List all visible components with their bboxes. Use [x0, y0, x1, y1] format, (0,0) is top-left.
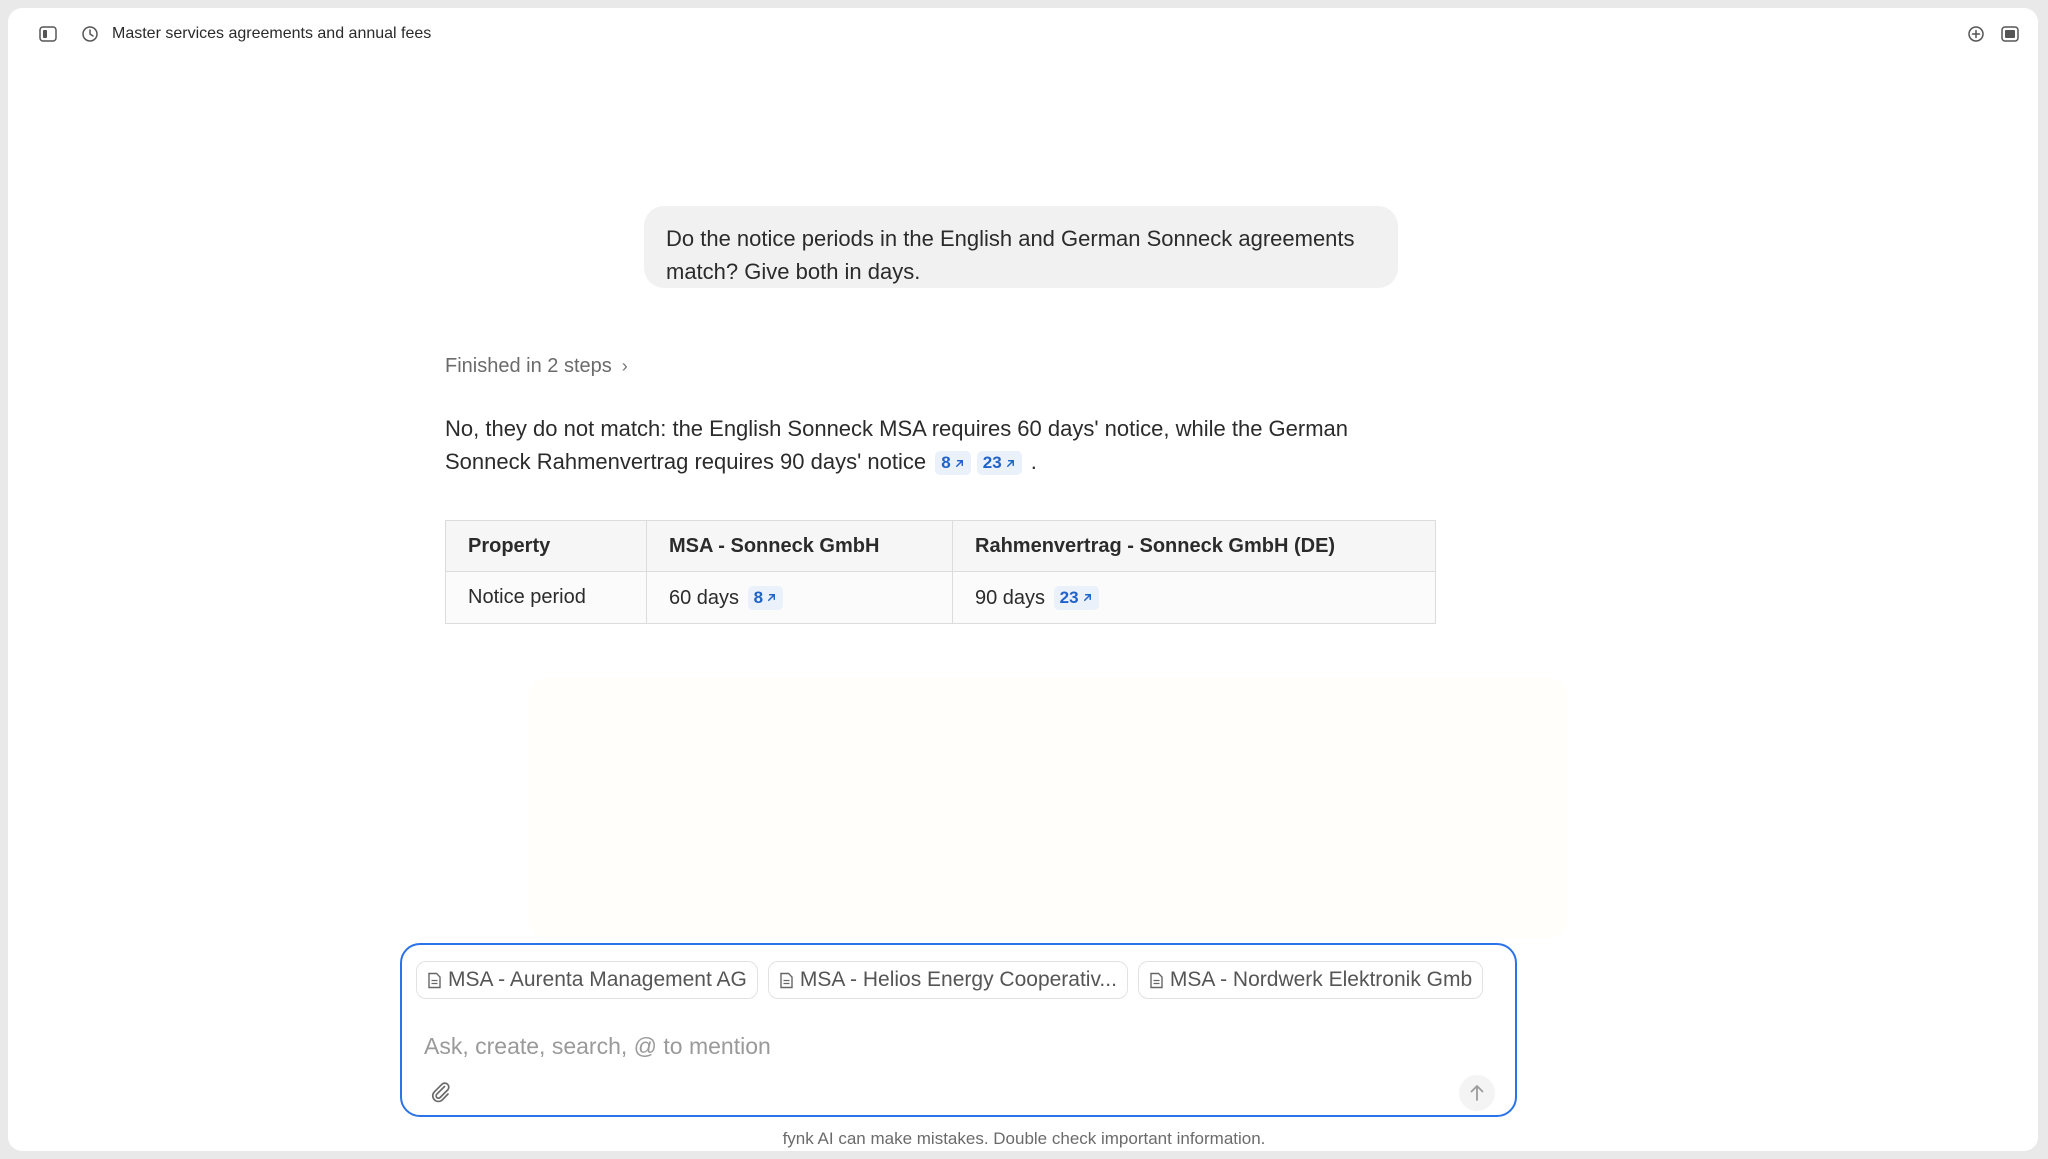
arrow-up-right-icon	[1083, 594, 1091, 601]
arrow-up-right-icon	[1006, 459, 1014, 467]
table-cell: Notice period	[445, 571, 647, 624]
comparison-table: Property MSA - Sonneck GmbH Rahmenvertra…	[445, 520, 1436, 624]
answer-end: .	[1030, 449, 1037, 474]
arrow-up-icon	[1470, 1085, 1484, 1101]
steps-label: Finished in 2 steps	[445, 355, 612, 377]
cell-value: 90 days	[975, 586, 1046, 609]
citation-badge[interactable]: 23	[1053, 585, 1099, 610]
table-row: Notice period 60 days 8 90 days 23	[445, 571, 1436, 624]
citation-number: 23	[1059, 587, 1079, 607]
user-message: Do the notice periods in the English and…	[644, 206, 1398, 288]
chevron-right-icon: ›	[621, 356, 628, 376]
send-button[interactable]	[1459, 1075, 1495, 1111]
citation-badge[interactable]: 8	[747, 585, 784, 610]
answer-text: No, they do not match: the English Sonne…	[445, 416, 1349, 474]
chat-composer: MSA - Aurenta Management AG MSA - Helios…	[400, 943, 1517, 1117]
context-chips: MSA - Aurenta Management AG MSA - Helios…	[416, 961, 1501, 1001]
top-bar: Master services agreements and annual fe…	[8, 8, 2038, 58]
table-header-row: Property MSA - Sonneck GmbH Rahmenvertra…	[445, 520, 1436, 572]
table-header: Property	[445, 520, 647, 572]
conversation-title: Master services agreements and annual fe…	[112, 25, 432, 42]
table-cell: 90 days 23	[952, 571, 1436, 624]
steps-toggle[interactable]: Finished in 2 steps ›	[445, 352, 628, 380]
citation-badge[interactable]: 23	[976, 451, 1022, 475]
panel-icon[interactable]	[2000, 24, 2020, 44]
document-icon	[428, 972, 441, 988]
chip-label: MSA - Nordwerk Elektronik Gmb	[1169, 968, 1473, 991]
new-chat-icon[interactable]	[1966, 24, 1986, 44]
document-icon	[780, 972, 793, 988]
table-cell: 60 days 8	[646, 571, 953, 624]
context-chip[interactable]: MSA - Helios Energy Cooperativ...	[767, 961, 1128, 999]
citation-number: 23	[982, 453, 1002, 472]
paperclip-icon[interactable]	[428, 1079, 452, 1103]
chip-label: MSA - Helios Energy Cooperativ...	[799, 968, 1117, 991]
app-window: Master services agreements and annual fe…	[8, 8, 2038, 1151]
table-header: Rahmenvertrag - Sonneck GmbH (DE)	[952, 520, 1436, 572]
disclaimer-text: fynk AI can make mistakes. Double check …	[782, 1129, 1266, 1148]
arrow-up-right-icon	[955, 459, 963, 467]
document-icon	[1150, 972, 1163, 988]
sidebar-toggle-icon[interactable]	[38, 24, 58, 44]
history-icon[interactable]	[80, 24, 100, 44]
chip-label: MSA - Aurenta Management AG	[448, 968, 747, 991]
prompt-input[interactable]	[422, 1027, 1466, 1065]
citation-number: 8	[941, 453, 951, 472]
citation-badge[interactable]: 8	[935, 451, 971, 475]
citation-number: 8	[753, 587, 764, 607]
context-chip[interactable]: MSA - Nordwerk Elektronik Gmb	[1137, 961, 1484, 999]
table-header: MSA - Sonneck GmbH	[646, 520, 953, 572]
context-chip[interactable]: MSA - Aurenta Management AG	[416, 961, 758, 999]
assistant-answer: No, they do not match: the English Sonne…	[445, 412, 1405, 478]
cell-value: 60 days	[669, 586, 740, 609]
arrow-up-right-icon	[768, 594, 776, 601]
background-fade	[528, 678, 1568, 938]
